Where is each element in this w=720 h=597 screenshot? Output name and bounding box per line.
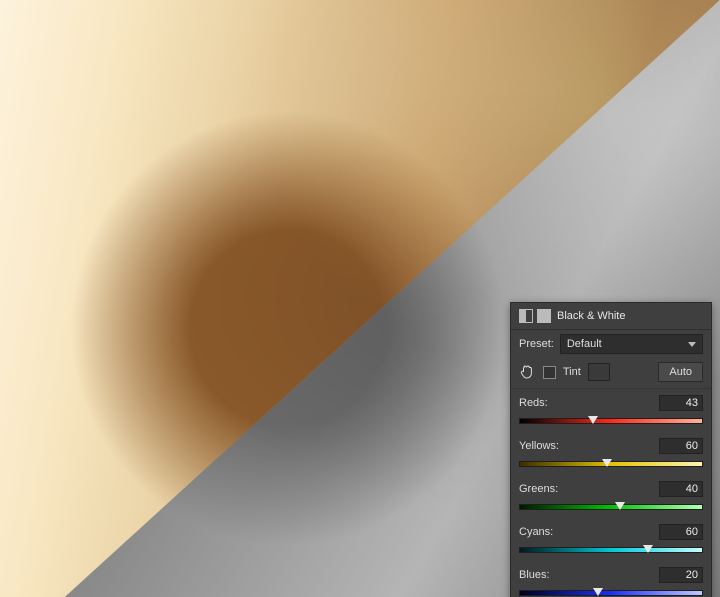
slider-thumb-yellows[interactable] xyxy=(602,459,612,467)
chevron-down-icon xyxy=(688,342,696,347)
slider-value-greens[interactable]: 40 xyxy=(659,481,703,497)
slider-thumb-greens[interactable] xyxy=(615,502,625,510)
slider-track-blues[interactable] xyxy=(519,590,703,596)
slider-label-cyans: Cyans: xyxy=(519,526,553,538)
adjustment-icons xyxy=(519,309,551,323)
slider-label-blues: Blues: xyxy=(519,569,550,581)
slider-thumb-reds[interactable] xyxy=(588,416,598,424)
slider-track-greens[interactable] xyxy=(519,504,703,510)
tint-label: Tint xyxy=(563,366,581,378)
slider-label-yellows: Yellows: xyxy=(519,440,559,452)
slider-track-reds[interactable] xyxy=(519,418,703,424)
slider-track-cyans[interactable] xyxy=(519,547,703,553)
preset-select[interactable]: Default xyxy=(560,334,703,354)
adjustment-icon-split[interactable] xyxy=(519,309,533,323)
slider-cyans: Cyans: 60 xyxy=(511,518,711,561)
sliders-container: Reds: 43 Yellows: 60 Greens: 40 Cyans: 60 Blues:… xyxy=(511,389,711,597)
preset-value: Default xyxy=(567,338,602,350)
black-white-panel: Black & White Preset: Default Tint xyxy=(510,302,712,597)
slider-value-yellows[interactable]: 60 xyxy=(659,438,703,454)
slider-value-cyans[interactable]: 60 xyxy=(659,524,703,540)
panel-header: Black & White xyxy=(511,303,711,330)
panel-title: Black & White xyxy=(557,310,625,322)
preset-row: Preset: Default xyxy=(511,330,711,358)
slider-yellows: Yellows: 60 xyxy=(511,432,711,475)
slider-reds: Reds: 43 xyxy=(511,389,711,432)
slider-value-reds[interactable]: 43 xyxy=(659,395,703,411)
tools-row: Tint Auto xyxy=(511,358,711,389)
auto-button[interactable]: Auto xyxy=(658,362,703,382)
preset-label: Preset: xyxy=(519,338,554,350)
tint-checkbox[interactable] xyxy=(543,366,556,379)
slider-thumb-blues[interactable] xyxy=(593,588,603,596)
slider-greens: Greens: 40 xyxy=(511,475,711,518)
adjustment-icon-bw[interactable] xyxy=(537,309,551,323)
slider-value-blues[interactable]: 20 xyxy=(659,567,703,583)
slider-label-greens: Greens: xyxy=(519,483,558,495)
tint-swatch[interactable] xyxy=(588,363,610,381)
slider-blues: Blues: 20 xyxy=(511,561,711,597)
targeted-adjust-icon[interactable] xyxy=(519,364,535,380)
slider-thumb-cyans[interactable] xyxy=(643,545,653,553)
slider-label-reds: Reds: xyxy=(519,397,548,409)
tint-toggle[interactable]: Tint xyxy=(543,363,610,381)
editor-canvas: Black & White Preset: Default Tint xyxy=(0,0,720,597)
